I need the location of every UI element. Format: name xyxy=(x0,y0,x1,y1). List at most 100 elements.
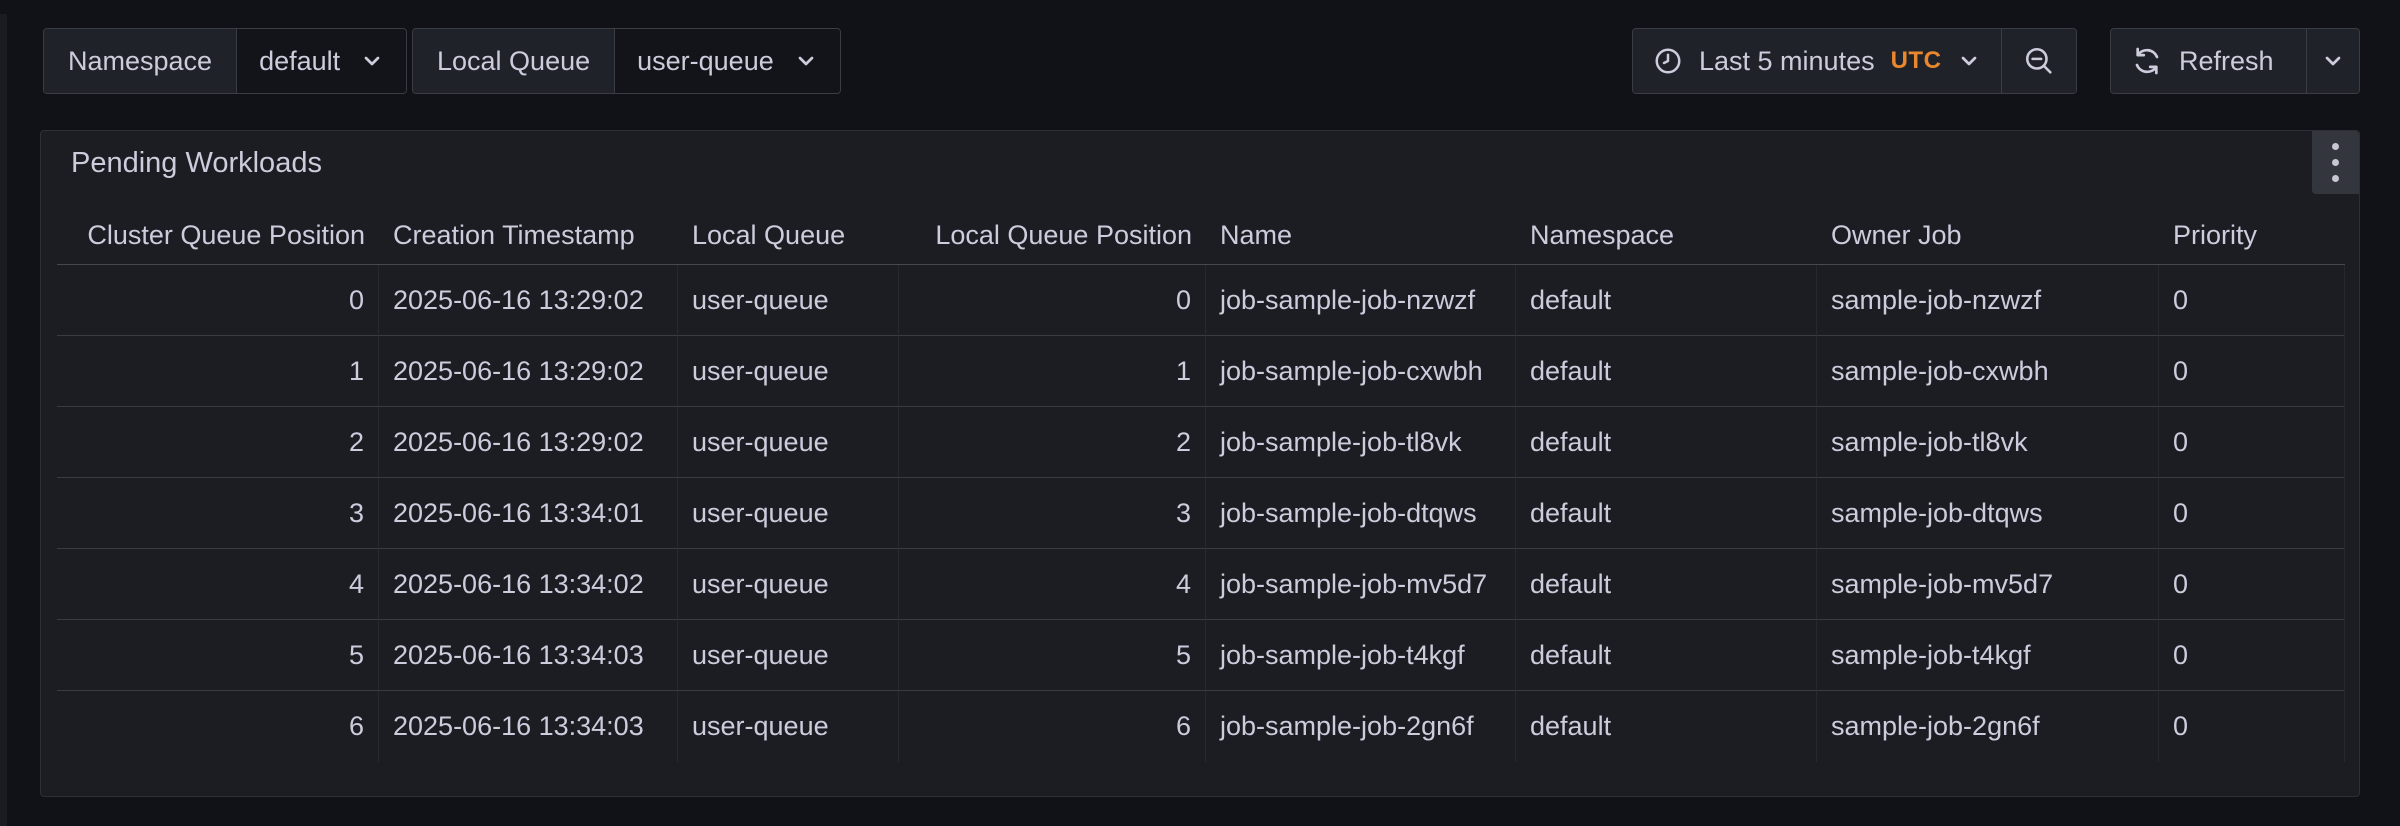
table-row: 62025-06-16 13:34:03user-queue6job-sampl… xyxy=(57,691,2345,762)
table-cell: job-sample-job-nzwzf xyxy=(1206,265,1516,336)
table-cell: 5 xyxy=(899,620,1206,691)
table-cell: user-queue xyxy=(678,478,899,549)
table-cell: 2025-06-16 13:34:02 xyxy=(379,549,678,620)
table-row: 32025-06-16 13:34:01user-queue3job-sampl… xyxy=(57,478,2345,549)
chevron-down-icon xyxy=(360,49,384,73)
table-cell: 0 xyxy=(2159,336,2345,407)
table-cell: sample-job-2gn6f xyxy=(1817,691,2159,762)
column-header[interactable]: Cluster Queue Position xyxy=(57,207,379,265)
column-header[interactable]: Owner Job xyxy=(1817,207,2159,265)
column-header[interactable]: Priority xyxy=(2159,207,2345,265)
namespace-variable-dropdown[interactable]: default xyxy=(237,29,406,93)
local-queue-variable-value: user-queue xyxy=(637,46,774,77)
table-cell: job-sample-job-cxwbh xyxy=(1206,336,1516,407)
workloads-table: Cluster Queue PositionCreation Timestamp… xyxy=(57,207,2343,762)
local-queue-variable: Local Queue user-queue xyxy=(412,28,841,94)
table-cell: 5 xyxy=(57,620,379,691)
table-cell: 2 xyxy=(57,407,379,478)
table-cell: job-sample-job-t4kgf xyxy=(1206,620,1516,691)
pending-workloads-panel: Pending Workloads Cluster Queue Position… xyxy=(40,130,2360,797)
table-cell: 2025-06-16 13:34:03 xyxy=(379,620,678,691)
table-cell: 0 xyxy=(2159,478,2345,549)
clock-icon xyxy=(1653,46,1683,76)
refresh-label: Refresh xyxy=(2179,46,2274,77)
table-cell: 0 xyxy=(2159,407,2345,478)
table-cell: 4 xyxy=(899,549,1206,620)
namespace-variable: Namespace default xyxy=(43,28,407,94)
table-cell: default xyxy=(1516,620,1817,691)
panel-title: Pending Workloads xyxy=(71,147,322,180)
table-cell: 2 xyxy=(899,407,1206,478)
table-cell: user-queue xyxy=(678,336,899,407)
kebab-dot xyxy=(2332,175,2339,182)
table-cell: sample-job-cxwbh xyxy=(1817,336,2159,407)
table-cell: 6 xyxy=(899,691,1206,762)
local-queue-variable-label: Local Queue xyxy=(413,29,615,93)
table-cell: 0 xyxy=(2159,620,2345,691)
table-cell: 3 xyxy=(899,478,1206,549)
panel-header: Pending Workloads xyxy=(41,131,2359,195)
table-cell: sample-job-mv5d7 xyxy=(1817,549,2159,620)
table-cell: default xyxy=(1516,691,1817,762)
table-cell: 0 xyxy=(2159,549,2345,620)
table-cell: sample-job-nzwzf xyxy=(1817,265,2159,336)
time-picker-group: Last 5 minutes UTC xyxy=(1632,28,2077,94)
table-cell: user-queue xyxy=(678,265,899,336)
table-cell: default xyxy=(1516,336,1817,407)
table-cell: 0 xyxy=(2159,265,2345,336)
table-cell: job-sample-job-mv5d7 xyxy=(1206,549,1516,620)
table-cell: sample-job-t4kgf xyxy=(1817,620,2159,691)
kebab-dot xyxy=(2332,159,2339,166)
chevron-down-icon xyxy=(2321,49,2345,73)
table-cell: default xyxy=(1516,407,1817,478)
kebab-dot xyxy=(2332,143,2339,150)
column-header[interactable]: Name xyxy=(1206,207,1516,265)
zoom-out-button[interactable] xyxy=(2001,29,2076,93)
column-header[interactable]: Local Queue Position xyxy=(899,207,1206,265)
table-cell: 3 xyxy=(57,478,379,549)
table-row: 42025-06-16 13:34:02user-queue4job-sampl… xyxy=(57,549,2345,620)
table-cell: job-sample-job-tl8vk xyxy=(1206,407,1516,478)
table-cell: 2025-06-16 13:29:02 xyxy=(379,336,678,407)
table-cell: 2025-06-16 13:34:03 xyxy=(379,691,678,762)
table-cell: default xyxy=(1516,549,1817,620)
zoom-out-icon xyxy=(2022,44,2056,78)
column-header[interactable]: Creation Timestamp xyxy=(379,207,678,265)
table-cell: default xyxy=(1516,478,1817,549)
table-cell: user-queue xyxy=(678,620,899,691)
table-cell: user-queue xyxy=(678,407,899,478)
table-body: 02025-06-16 13:29:02user-queue0job-sampl… xyxy=(57,265,2345,762)
refresh-button[interactable]: Refresh xyxy=(2111,29,2306,93)
chevron-down-icon xyxy=(794,49,818,73)
time-range-label: Last 5 minutes xyxy=(1699,46,1875,77)
table-cell: default xyxy=(1516,265,1817,336)
table-cell: sample-job-dtqws xyxy=(1817,478,2159,549)
table-cell: 6 xyxy=(57,691,379,762)
table-cell: 2025-06-16 13:34:01 xyxy=(379,478,678,549)
panel-menu-button[interactable] xyxy=(2312,131,2359,194)
viewport-left-edge xyxy=(0,14,7,826)
chevron-down-icon xyxy=(1957,49,1981,73)
timezone-label: UTC xyxy=(1891,47,1942,75)
table-cell: user-queue xyxy=(678,549,899,620)
column-header[interactable]: Namespace xyxy=(1516,207,1817,265)
table-cell: 2025-06-16 13:29:02 xyxy=(379,265,678,336)
table-cell: sample-job-tl8vk xyxy=(1817,407,2159,478)
refresh-group: Refresh xyxy=(2110,28,2360,94)
table-header-row: Cluster Queue PositionCreation Timestamp… xyxy=(57,207,2345,265)
table-cell: user-queue xyxy=(678,691,899,762)
table-cell: 1 xyxy=(899,336,1206,407)
table-cell: job-sample-job-dtqws xyxy=(1206,478,1516,549)
refresh-sync-icon xyxy=(2131,45,2163,77)
namespace-variable-label: Namespace xyxy=(44,29,237,93)
local-queue-variable-dropdown[interactable]: user-queue xyxy=(615,29,840,93)
table-cell: 1 xyxy=(57,336,379,407)
time-range-button[interactable]: Last 5 minutes UTC xyxy=(1633,29,2001,93)
table-cell: 0 xyxy=(57,265,379,336)
table-row: 22025-06-16 13:29:02user-queue2job-sampl… xyxy=(57,407,2345,478)
table-cell: 0 xyxy=(2159,691,2345,762)
table-cell: 0 xyxy=(899,265,1206,336)
column-header[interactable]: Local Queue xyxy=(678,207,899,265)
table-cell: job-sample-job-2gn6f xyxy=(1206,691,1516,762)
refresh-interval-dropdown[interactable] xyxy=(2306,29,2359,93)
